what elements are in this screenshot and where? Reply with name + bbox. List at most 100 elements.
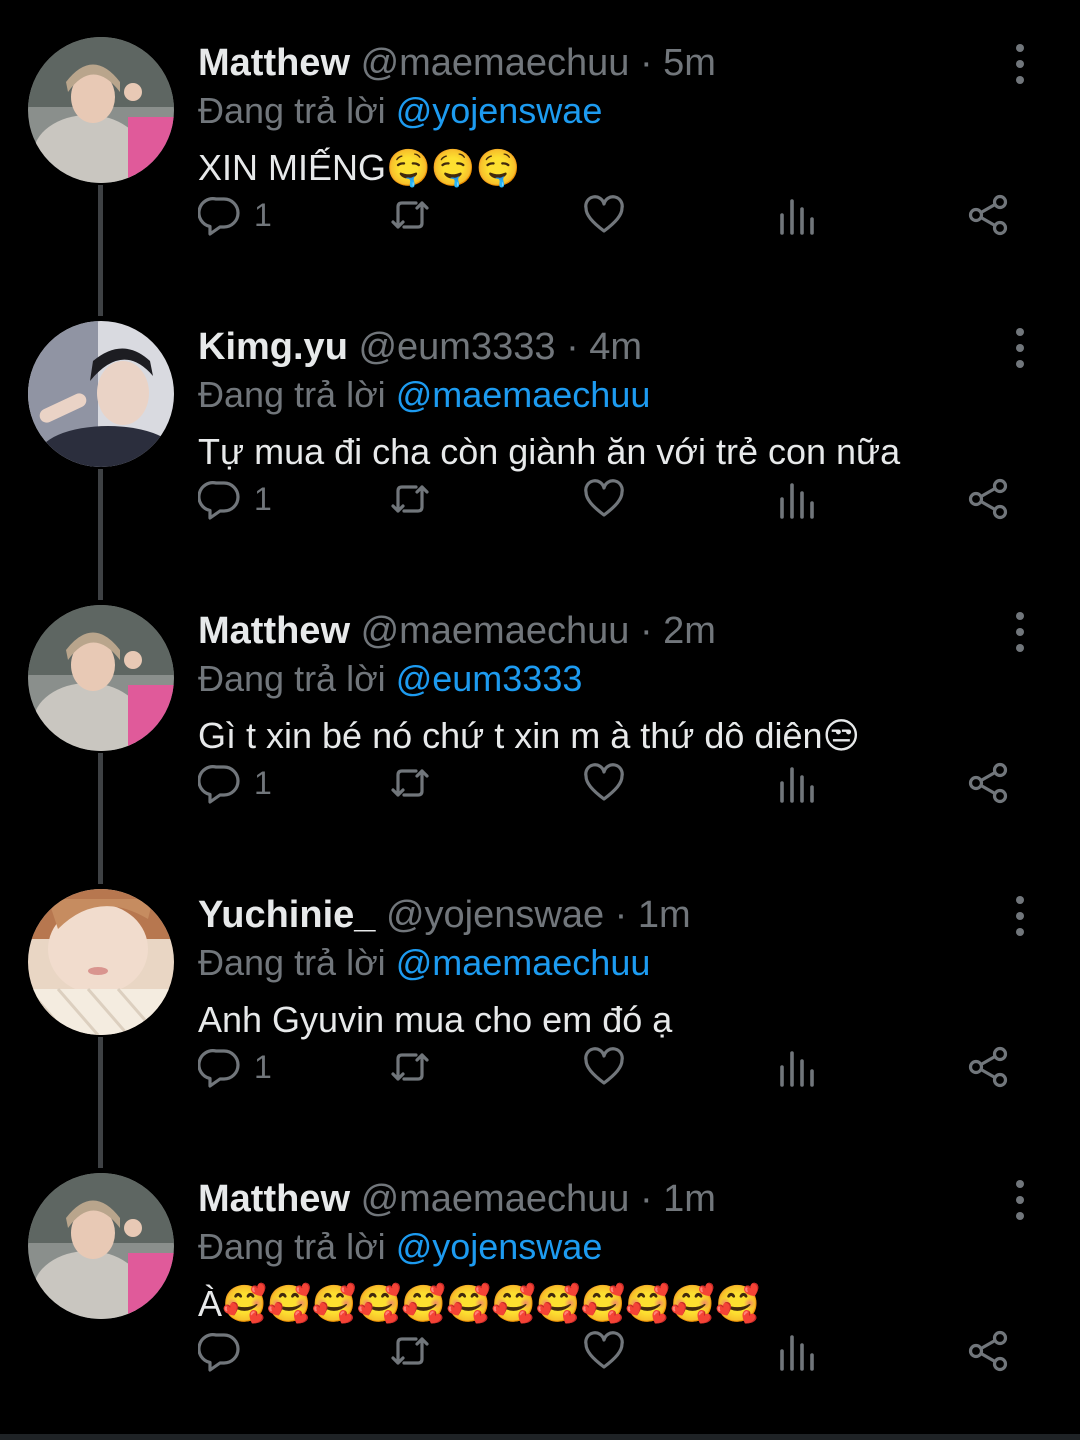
- like-button[interactable]: [582, 1326, 626, 1376]
- avatar-photo: [28, 605, 174, 751]
- tweet-body: Kimg.yu @eum3333 · 4m Đang trả lời @maem…: [198, 324, 1020, 484]
- avatar-photo: [28, 889, 174, 1035]
- more-options-button[interactable]: [1010, 896, 1030, 936]
- username[interactable]: @maemaechuu: [361, 1178, 630, 1220]
- share-icon: [968, 478, 1008, 520]
- avatar-photo: [28, 37, 174, 183]
- separator: ·: [614, 894, 628, 936]
- like-button[interactable]: [582, 190, 626, 240]
- reply-icon: [198, 1049, 240, 1088]
- retweet-button[interactable]: [388, 758, 432, 808]
- tweet-body: Matthew @maemaechuu · 5m Đang trả lời @y…: [198, 40, 1020, 200]
- reply-button[interactable]: 1: [198, 190, 272, 240]
- timestamp[interactable]: 5m: [663, 42, 716, 84]
- views-button[interactable]: [774, 190, 818, 240]
- tweet[interactable]: Matthew @maemaechuu · 5m Đang trả lời @y…: [0, 0, 1080, 316]
- retweet-button[interactable]: [388, 1326, 432, 1376]
- reply-button[interactable]: 1: [198, 1042, 272, 1092]
- avatar[interactable]: [28, 605, 174, 751]
- action-bar: 1: [198, 758, 1028, 808]
- avatar[interactable]: [28, 1173, 174, 1319]
- tweet-header: Kimg.yu @eum3333 · 4m: [198, 324, 1020, 370]
- more-options-button[interactable]: [1010, 328, 1030, 368]
- tweet-body: Matthew @maemaechuu · 2m Đang trả lời @e…: [198, 608, 1020, 768]
- avatar[interactable]: [28, 889, 174, 1035]
- tweet[interactable]: Matthew @maemaechuu · 1m Đang trả lời @y…: [0, 1136, 1080, 1420]
- like-button[interactable]: [582, 758, 626, 808]
- share-button[interactable]: [966, 474, 1010, 524]
- mention-link[interactable]: @yojenswae: [396, 1226, 603, 1267]
- more-icon: [1016, 328, 1024, 336]
- bottom-divider: [0, 1434, 1080, 1440]
- mention-link[interactable]: @maemaechuu: [396, 374, 651, 415]
- more-options-button[interactable]: [1010, 612, 1030, 652]
- username[interactable]: @maemaechuu: [361, 42, 630, 84]
- display-name[interactable]: Matthew: [198, 610, 350, 652]
- replying-to-label: Đang trả lời: [198, 1226, 386, 1267]
- more-options-button[interactable]: [1010, 44, 1030, 84]
- tweet-header: Matthew @maemaechuu · 2m: [198, 608, 1020, 654]
- views-button[interactable]: [774, 1326, 818, 1376]
- heart-icon: [584, 1331, 624, 1369]
- display-name[interactable]: Kimg.yu: [198, 326, 348, 368]
- separator: ·: [639, 42, 653, 84]
- share-icon: [968, 762, 1008, 804]
- share-button[interactable]: [966, 758, 1010, 808]
- like-button[interactable]: [582, 474, 626, 524]
- display-name[interactable]: Matthew: [198, 1178, 350, 1220]
- mention-link[interactable]: @maemaechuu: [396, 942, 651, 983]
- username[interactable]: @yojenswae: [386, 894, 604, 936]
- display-name[interactable]: Yuchinie_: [198, 894, 375, 936]
- retweet-button[interactable]: [388, 190, 432, 240]
- tweet-header: Matthew @maemaechuu · 1m: [198, 1176, 1020, 1222]
- username[interactable]: @maemaechuu: [361, 610, 630, 652]
- replying-to: Đang trả lời @yojenswae: [198, 1222, 1020, 1272]
- timestamp[interactable]: 4m: [589, 326, 642, 368]
- tweet-header: Yuchinie_ @yojenswae · 1m: [198, 892, 1020, 938]
- retweet-icon: [391, 485, 429, 513]
- share-button[interactable]: [966, 1326, 1010, 1376]
- reply-thread: Matthew @maemaechuu · 5m Đang trả lời @y…: [0, 0, 1080, 1440]
- reply-button[interactable]: [198, 1326, 254, 1376]
- more-options-button[interactable]: [1010, 1180, 1030, 1220]
- mention-link[interactable]: @eum3333: [396, 658, 583, 699]
- more-icon: [1016, 44, 1024, 52]
- avatar[interactable]: [28, 321, 174, 467]
- reply-icon: [198, 765, 240, 804]
- tweet[interactable]: Kimg.yu @eum3333 · 4m Đang trả lời @maem…: [0, 284, 1080, 600]
- username[interactable]: @eum3333: [358, 326, 555, 368]
- reply-count: 1: [254, 1048, 272, 1085]
- display-name[interactable]: Matthew: [198, 42, 350, 84]
- timestamp[interactable]: 1m: [663, 1178, 716, 1220]
- retweet-button[interactable]: [388, 1042, 432, 1092]
- tweet[interactable]: Yuchinie_ @yojenswae · 1m Đang trả lời @…: [0, 852, 1080, 1168]
- timestamp[interactable]: 1m: [638, 894, 691, 936]
- action-bar: [198, 1326, 1028, 1376]
- heart-icon: [584, 1047, 624, 1085]
- reply-icon: [198, 197, 240, 236]
- avatar[interactable]: [28, 37, 174, 183]
- reply-button[interactable]: 1: [198, 474, 272, 524]
- share-icon: [968, 194, 1008, 236]
- timestamp[interactable]: 2m: [663, 610, 716, 652]
- share-button[interactable]: [966, 1042, 1010, 1092]
- views-icon: [780, 199, 814, 235]
- mention-link[interactable]: @yojenswae: [396, 90, 603, 131]
- heart-icon: [584, 763, 624, 801]
- like-button[interactable]: [582, 1042, 626, 1092]
- views-button[interactable]: [774, 474, 818, 524]
- tweet-header: Matthew @maemaechuu · 5m: [198, 40, 1020, 86]
- separator: ·: [639, 610, 653, 652]
- share-button[interactable]: [966, 190, 1010, 240]
- views-button[interactable]: [774, 1042, 818, 1092]
- retweet-button[interactable]: [388, 474, 432, 524]
- tweet[interactable]: Matthew @maemaechuu · 2m Đang trả lời @e…: [0, 568, 1080, 884]
- reply-button[interactable]: 1: [198, 758, 272, 808]
- tweet-body: Matthew @maemaechuu · 1m Đang trả lời @y…: [198, 1176, 1020, 1336]
- reply-count: 1: [254, 196, 272, 233]
- replying-to: Đang trả lời @maemaechuu: [198, 370, 1020, 420]
- heart-icon: [584, 195, 624, 233]
- replying-to: Đang trả lời @maemaechuu: [198, 938, 1020, 988]
- avatar-photo: [28, 1173, 174, 1319]
- views-button[interactable]: [774, 758, 818, 808]
